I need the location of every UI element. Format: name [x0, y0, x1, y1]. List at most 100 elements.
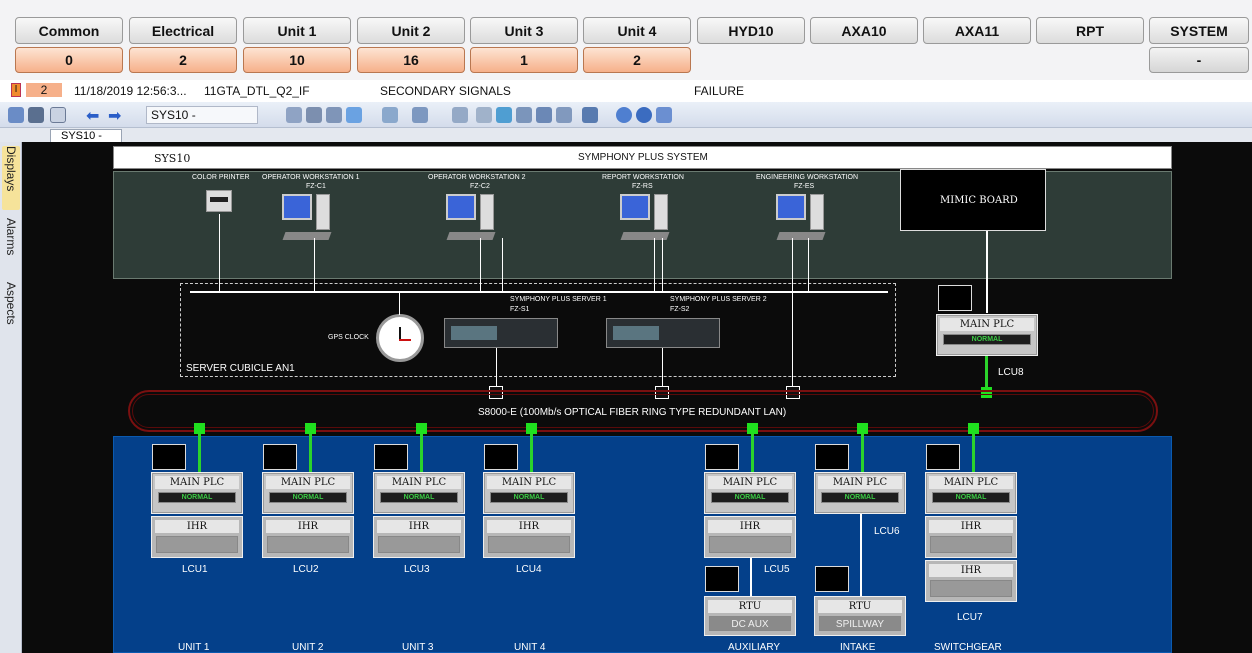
ihr-label: IHR	[487, 520, 571, 533]
lcu5-rtu-screen	[705, 566, 739, 592]
report-ws-label: REPORT WORKSTATION	[602, 174, 684, 181]
lcu4-ring-node	[526, 423, 537, 434]
tab-axa11[interactable]: AXA11	[923, 17, 1031, 44]
plc-status: NORMAL	[943, 334, 1031, 345]
grid-icon[interactable]	[516, 107, 532, 123]
window-icon[interactable]	[536, 107, 552, 123]
lcu7-ihr[interactable]: IHR	[925, 516, 1017, 558]
forward-arrow-icon[interactable]: ➡	[108, 106, 121, 125]
tab-unit4[interactable]: Unit 4	[583, 17, 691, 44]
lcu2-label: LCU2	[293, 564, 319, 575]
trend-icon[interactable]	[382, 107, 398, 123]
tree-icon[interactable]	[476, 107, 492, 123]
system-select[interactable]: SYS10 -	[146, 106, 258, 124]
count-system[interactable]: -	[1149, 47, 1249, 73]
lcu7-label: LCU7	[957, 612, 983, 623]
lcu5-ihr[interactable]: IHR	[704, 516, 796, 558]
lcu2-ihr[interactable]: IHR	[262, 516, 354, 558]
print-icon[interactable]	[28, 107, 44, 123]
tab-axa10[interactable]: AXA10	[810, 17, 918, 44]
drop-line	[662, 238, 663, 292]
drop-line	[808, 238, 809, 292]
tab-unit1[interactable]: Unit 1	[243, 17, 351, 44]
server1-label: SYMPHONY PLUS SERVER 1	[510, 296, 607, 303]
lcu5-main-plc[interactable]: MAIN PLC NORMAL	[704, 472, 796, 514]
magnifier-icon[interactable]	[306, 107, 322, 123]
lcu8-main-plc[interactable]: MAIN PLC NORMAL	[936, 314, 1038, 356]
server-cubicle-label: SERVER CUBICLE AN1	[186, 363, 295, 374]
lcu2-screen	[263, 444, 297, 470]
folder-icon[interactable]	[8, 107, 24, 123]
count-unit4[interactable]: 2	[583, 47, 691, 73]
lcu4-ihr[interactable]: IHR	[483, 516, 575, 558]
workstation-tower-icon	[654, 194, 668, 230]
side-tab-aspects[interactable]: Aspects	[2, 282, 20, 346]
spillway-label: SPILLWAY	[835, 619, 885, 630]
count-common[interactable]: 0	[15, 47, 123, 73]
count-electrical[interactable]: 2	[129, 47, 237, 73]
count-unit1[interactable]: 10	[243, 47, 351, 73]
pin-icon[interactable]	[286, 107, 302, 123]
keyboard-icon	[282, 232, 332, 240]
tab-unit2[interactable]: Unit 2	[357, 17, 465, 44]
lcu3-ihr[interactable]: IHR	[373, 516, 465, 558]
help-icon[interactable]	[616, 107, 632, 123]
eng-ws-tag: FZ-ES	[794, 183, 815, 190]
switchgear-label: SWITCHGEAR	[934, 642, 1002, 653]
rtu-spillway[interactable]: RTU SPILLWAY	[814, 596, 906, 636]
user-icon[interactable]	[656, 107, 672, 123]
count-unit2[interactable]: 16	[357, 47, 465, 73]
count-unit3[interactable]: 1	[470, 47, 578, 73]
ihr-label: IHR	[377, 520, 461, 533]
page-icon[interactable]	[50, 107, 66, 123]
back-arrow-icon[interactable]: ⬅	[86, 106, 99, 125]
search-icon[interactable]	[496, 107, 512, 123]
side-tab-alarms[interactable]: Alarms	[2, 218, 20, 274]
report-ws-tag: FZ-RS	[632, 183, 653, 190]
server-link	[662, 348, 663, 386]
plc-label: MAIN PLC	[487, 476, 571, 489]
lcu2-main-plc[interactable]: MAIN PLC NORMAL	[262, 472, 354, 514]
layout-icon[interactable]	[556, 107, 572, 123]
plc-status: NORMAL	[821, 492, 899, 503]
lcu1-label: LCU1	[182, 564, 208, 575]
printer-icon	[206, 190, 232, 212]
ihr-label: IHR	[929, 520, 1013, 533]
info-icon[interactable]	[636, 107, 652, 123]
side-tab-displays[interactable]: Displays	[2, 146, 20, 210]
plc-status: NORMAL	[932, 492, 1010, 503]
lcu1-ihr[interactable]: IHR	[151, 516, 243, 558]
drop-line	[480, 238, 481, 292]
tab-unit3[interactable]: Unit 3	[470, 17, 578, 44]
tab-sys10[interactable]: SYS10 -	[50, 129, 122, 143]
lcu6-label: LCU6	[874, 526, 900, 537]
tab-hyd10[interactable]: HYD10	[697, 17, 805, 44]
lcu4-main-plc[interactable]: MAIN PLC NORMAL	[483, 472, 575, 514]
lcu1-main-plc[interactable]: MAIN PLC NORMAL	[151, 472, 243, 514]
ows1-tag: FZ-C1	[306, 183, 326, 190]
unit2-label: UNIT 2	[292, 642, 324, 653]
plc-label: MAIN PLC	[940, 318, 1034, 331]
faceplate-icon[interactable]	[452, 107, 468, 123]
tab-common[interactable]: Common	[15, 17, 123, 44]
lcu4-link	[530, 434, 533, 472]
lcu7-ihr-2[interactable]: IHR	[925, 560, 1017, 602]
workstation-icon	[282, 194, 312, 220]
tab-system[interactable]: SYSTEM	[1149, 17, 1249, 44]
tab-rpt[interactable]: RPT	[1036, 17, 1144, 44]
speaker-icon[interactable]	[326, 107, 342, 123]
network-icon[interactable]	[412, 107, 428, 123]
note-icon[interactable]	[346, 107, 362, 123]
drop-line	[314, 238, 315, 292]
unit4-label: UNIT 4	[514, 642, 546, 653]
tab-electrical[interactable]: Electrical	[129, 17, 237, 44]
tools-icon[interactable]	[582, 107, 598, 123]
lcu7-screen	[926, 444, 960, 470]
lcu6-main-plc[interactable]: MAIN PLC NORMAL	[814, 472, 906, 514]
lcu7-main-plc[interactable]: MAIN PLC NORMAL	[925, 472, 1017, 514]
rtu-dc-aux[interactable]: RTU DC AUX	[704, 596, 796, 636]
lcu3-main-plc[interactable]: MAIN PLC NORMAL	[373, 472, 465, 514]
workstation-bus	[190, 291, 888, 293]
alarm-line[interactable]: I 2 11/18/2019 12:56:3... 11GTA_DTL_Q2_I…	[0, 80, 1252, 102]
lcu6-ring-node	[857, 423, 868, 434]
